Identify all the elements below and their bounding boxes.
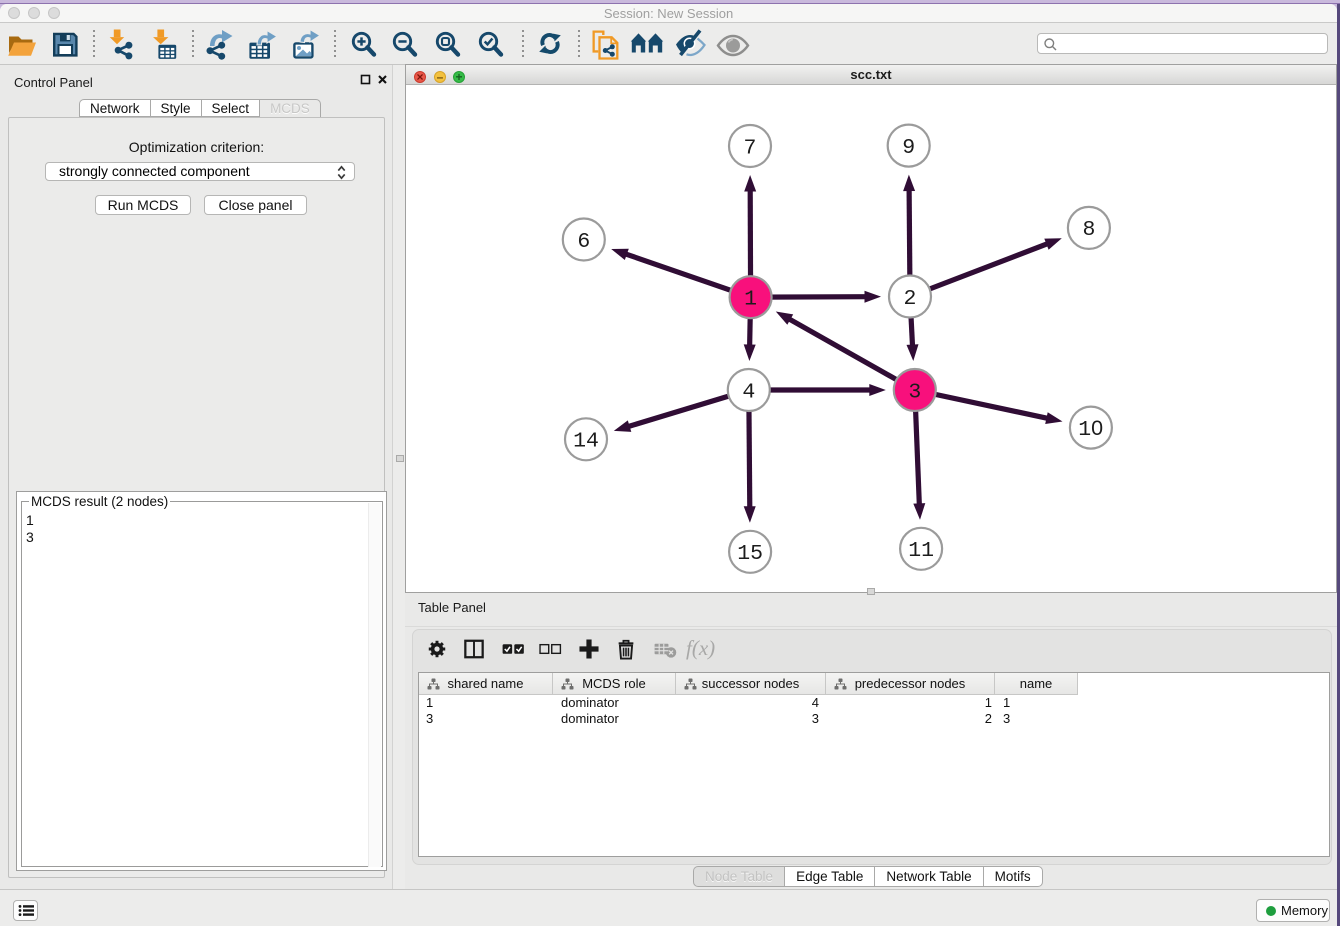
svg-text:15: 15	[737, 542, 763, 566]
svg-text:6: 6	[577, 230, 590, 254]
svg-text:4: 4	[742, 380, 755, 404]
svg-text:14: 14	[573, 430, 599, 454]
svg-text:1: 1	[1078, 418, 1091, 442]
svg-text:0: 0	[1091, 416, 1103, 440]
svg-text:8: 8	[1082, 218, 1095, 242]
svg-text:3: 3	[908, 380, 921, 404]
svg-text:2: 2	[904, 287, 917, 311]
svg-text:9: 9	[902, 136, 915, 160]
svg-text:11: 11	[908, 539, 934, 563]
svg-text:7: 7	[744, 136, 757, 160]
svg-text:1: 1	[744, 288, 757, 312]
